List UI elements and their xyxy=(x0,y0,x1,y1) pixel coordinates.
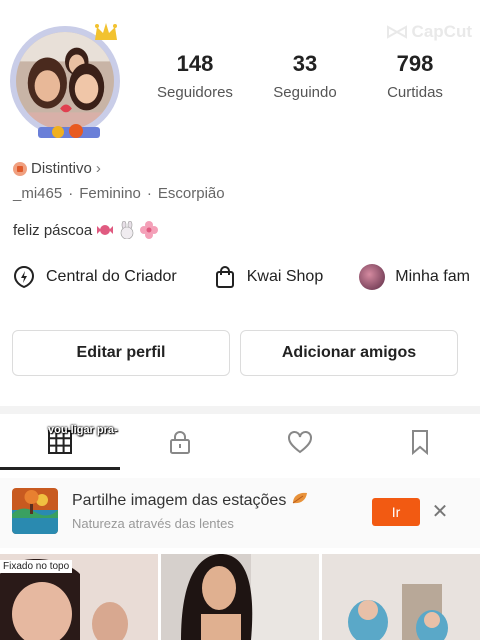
autumn-leaf-icon xyxy=(292,492,307,504)
capcut-watermark: CapCut xyxy=(386,22,472,42)
followers-stat[interactable]: 148 Seguidores xyxy=(140,50,250,101)
shopping-bag-icon xyxy=(215,266,234,288)
video-thumbnail[interactable] xyxy=(322,554,480,640)
following-label: Seguindo xyxy=(273,84,337,101)
tab-grid[interactable] xyxy=(0,414,120,470)
meta-separator: · xyxy=(68,185,74,202)
video-thumbnail[interactable]: Fixado no topo xyxy=(0,554,158,640)
tab-private[interactable] xyxy=(120,414,240,470)
creator-shortcuts: Central do Criador Kwai Shop Minha fam xyxy=(12,264,480,290)
family-shortcut[interactable]: Minha fam xyxy=(359,264,470,290)
family-label: Minha fam xyxy=(395,268,470,285)
lock-icon xyxy=(170,431,190,454)
capcut-logo-icon xyxy=(386,25,407,39)
likes-label: Curtidas xyxy=(387,84,443,101)
pinned-label: Fixado no topo xyxy=(0,560,73,573)
followers-label: Seguidores xyxy=(157,84,233,101)
tab-liked[interactable] xyxy=(240,414,360,470)
watermark-text: CapCut xyxy=(411,22,472,41)
badge-label: Distintivo xyxy=(31,160,92,177)
profile-avatar[interactable] xyxy=(8,20,124,138)
badge-link[interactable]: Distintivo › xyxy=(13,160,101,177)
following-count: 33 xyxy=(292,51,318,76)
creator-center-shortcut[interactable]: Central do Criador xyxy=(12,265,177,289)
following-stat[interactable]: 33 Seguindo xyxy=(250,50,360,101)
content-tabs xyxy=(0,414,480,470)
lightning-icon xyxy=(13,265,35,289)
username: _mi465 xyxy=(13,185,63,202)
profile-meta: _mi465 · Feminino · Escorpião xyxy=(13,185,225,202)
banner-subtitle: Natureza através das lentes xyxy=(72,516,234,531)
creator-center-label: Central do Criador xyxy=(46,268,177,285)
section-divider xyxy=(0,406,480,414)
chevron-right-icon: › xyxy=(95,160,101,177)
likes-count: 798 xyxy=(396,51,434,76)
close-icon[interactable]: ✕ xyxy=(430,500,450,524)
promo-banner[interactable]: Partilhe imagem das estações Natureza at… xyxy=(0,478,480,548)
add-friends-button[interactable]: Adicionar amigos xyxy=(240,330,458,376)
bookmark-icon xyxy=(412,430,428,456)
profile-stats: 148 Seguidores 33 Seguindo 798 Curtidas xyxy=(140,50,470,101)
gender: Feminino xyxy=(79,185,141,202)
meta-separator: · xyxy=(146,185,152,202)
video-grid: Fixado no topo xyxy=(0,554,480,640)
followers-count: 148 xyxy=(176,51,214,76)
tab-saved[interactable] xyxy=(360,414,480,470)
edit-profile-button[interactable]: Editar perfil xyxy=(12,330,230,376)
video-caption-overlay: vou ligar pra- xyxy=(48,424,118,436)
banner-title: Partilhe imagem das estações xyxy=(72,491,309,510)
badge-icon xyxy=(13,161,27,176)
flower-emoji-icon xyxy=(140,221,159,239)
family-avatar-icon xyxy=(359,264,386,290)
profile-actions: Editar perfil Adicionar amigos xyxy=(12,330,458,376)
crown-icon xyxy=(95,23,117,40)
kwai-shop-label: Kwai Shop xyxy=(246,268,324,285)
bunny-emoji-icon xyxy=(120,221,134,239)
kwai-shop-shortcut[interactable]: Kwai Shop xyxy=(213,265,324,289)
avatar-frame-ribbon-icon xyxy=(38,124,100,138)
heart-icon xyxy=(288,431,312,454)
banner-thumbnail xyxy=(12,488,58,534)
candy-emoji-icon xyxy=(97,225,114,235)
likes-stat[interactable]: 798 Curtidas xyxy=(360,50,470,101)
bio-text: feliz páscoa xyxy=(13,221,93,239)
profile-bio: feliz páscoa xyxy=(13,221,159,239)
zodiac-sign: Escorpião xyxy=(157,185,225,202)
banner-go-button[interactable]: Ir xyxy=(372,498,420,526)
video-thumbnail[interactable] xyxy=(161,554,319,640)
